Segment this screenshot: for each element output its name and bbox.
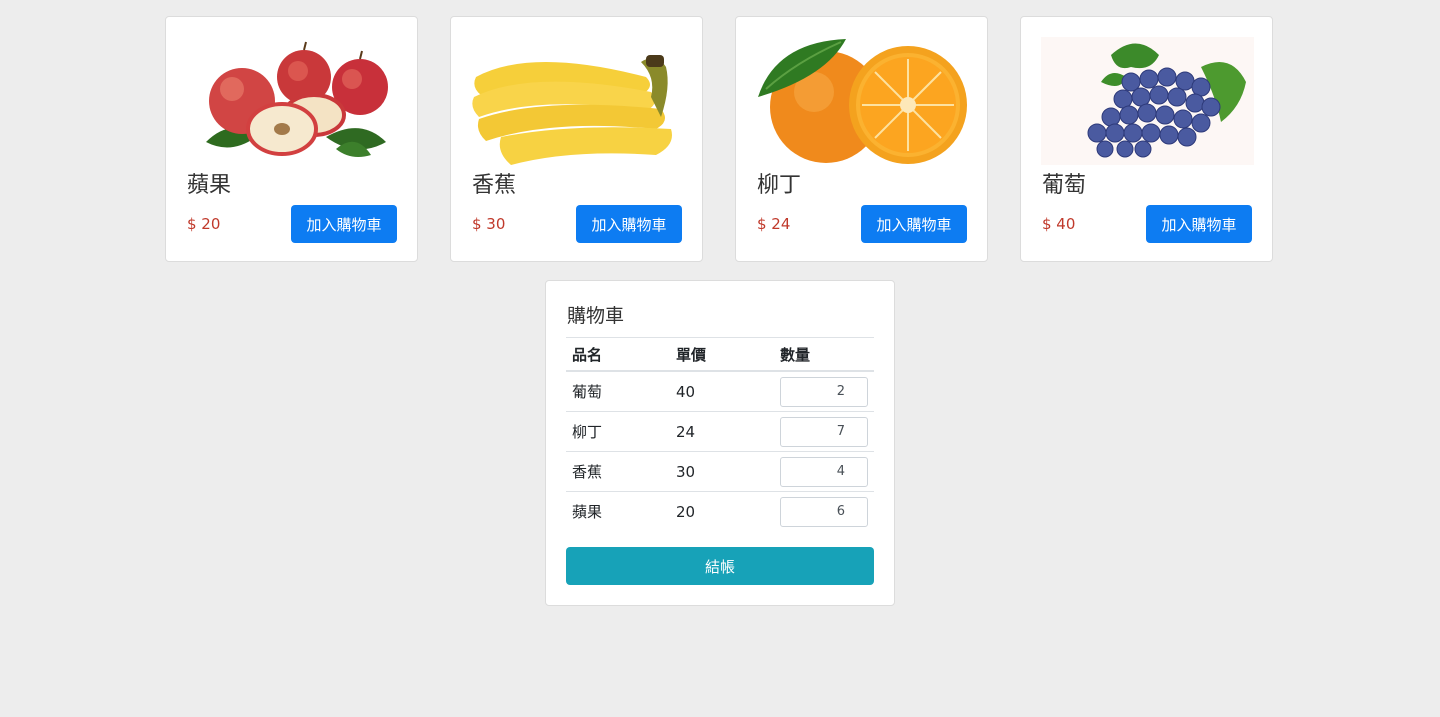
product-card-orange: 柳丁 $ 24 加入購物車 bbox=[735, 16, 988, 262]
product-name: 香蕉 bbox=[472, 173, 517, 198]
shopping-cart: 購物車 品名 單價 數量 葡萄 40 柳丁 24 香蕉 30 bbox=[545, 280, 895, 606]
product-price: $ 20 bbox=[187, 215, 221, 233]
cart-item-price: 40 bbox=[670, 371, 774, 412]
quantity-input[interactable] bbox=[780, 416, 868, 447]
product-card-apple: 蘋果 $ 20 加入購物車 bbox=[165, 16, 418, 262]
banana-image bbox=[471, 37, 684, 165]
cart-item-name: 柳丁 bbox=[566, 411, 670, 452]
cart-title: 購物車 bbox=[567, 305, 625, 327]
product-list: 蘋果 $ 20 加入購物車 香蕉 $ 30 加入購物車 柳丁 $ 24 加入購物… bbox=[165, 16, 1275, 264]
checkout-button[interactable]: 結帳 bbox=[566, 547, 874, 585]
cart-item-name: 蘋果 bbox=[572, 503, 603, 521]
cart-item-name: 香蕉 bbox=[566, 451, 670, 492]
cart-row: 香蕉 30 bbox=[566, 451, 874, 492]
product-price: $ 24 bbox=[757, 215, 791, 233]
cart-item-quantity-cell bbox=[774, 451, 874, 492]
cart-item-name: 葡萄 bbox=[566, 371, 670, 412]
product-name: 葡萄 bbox=[1042, 173, 1087, 198]
cart-item-quantity-cell bbox=[774, 411, 874, 452]
column-header-price: 單價 bbox=[670, 337, 774, 372]
quantity-input[interactable] bbox=[780, 376, 868, 407]
product-price: $ 30 bbox=[472, 215, 506, 233]
apple-image bbox=[186, 37, 399, 165]
cart-item-price: 30 bbox=[670, 451, 774, 492]
cart-row: 柳丁 24 bbox=[566, 411, 874, 452]
cart-item-price: 20 bbox=[676, 502, 696, 521]
add-to-cart-button[interactable]: 加入購物車 bbox=[861, 205, 967, 243]
product-name: 蘋果 bbox=[187, 173, 232, 198]
column-header-name: 品名 bbox=[566, 337, 670, 372]
column-header-quantity: 數量 bbox=[774, 337, 874, 372]
cart-row: 蘋果 20 bbox=[566, 492, 874, 532]
cart-header-row: 品名 單價 數量 bbox=[566, 337, 874, 372]
cart-row: 葡萄 40 bbox=[566, 371, 874, 412]
product-price: $ 40 bbox=[1042, 215, 1076, 233]
orange-image bbox=[756, 37, 969, 165]
quantity-input[interactable] bbox=[780, 456, 868, 487]
add-to-cart-button[interactable]: 加入購物車 bbox=[1146, 205, 1252, 243]
cart-item-quantity-cell bbox=[774, 492, 874, 532]
add-to-cart-button[interactable]: 加入購物車 bbox=[291, 205, 397, 243]
product-card-grape: 葡萄 $ 40 加入購物車 bbox=[1020, 16, 1273, 262]
grape-image bbox=[1041, 37, 1254, 165]
cart-item-quantity-cell bbox=[774, 371, 874, 412]
quantity-input[interactable] bbox=[780, 496, 868, 527]
product-name: 柳丁 bbox=[757, 173, 802, 198]
cart-table: 品名 單價 數量 葡萄 40 柳丁 24 香蕉 30 蘋果 bbox=[566, 337, 874, 531]
add-to-cart-button[interactable]: 加入購物車 bbox=[576, 205, 682, 243]
product-card-banana: 香蕉 $ 30 加入購物車 bbox=[450, 16, 703, 262]
cart-item-price: 24 bbox=[670, 411, 774, 452]
